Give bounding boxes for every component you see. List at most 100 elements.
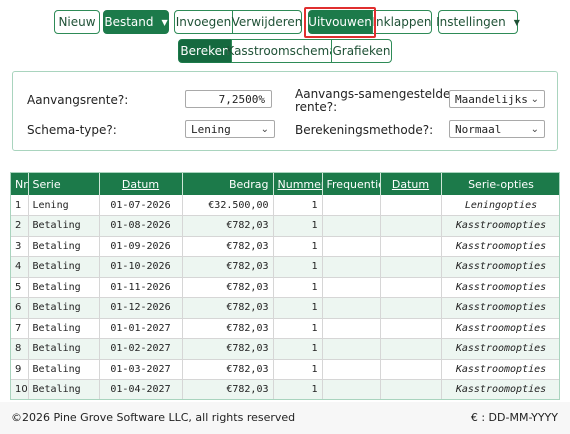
cell-series-options[interactable]: Kasstroomopties: [441, 215, 559, 237]
cell-frequency[interactable]: [322, 338, 381, 360]
table-row[interactable]: 10 Betaling 01-04-2027 €782,03 1 Kasstroomopt…: [11, 379, 559, 399]
cell-series-options[interactable]: Kasstroomopties: [441, 236, 559, 257]
cell-end-date[interactable]: [380, 215, 442, 237]
cell-date[interactable]: 01-09-2026: [99, 236, 183, 257]
cell-number[interactable]: 1: [273, 338, 323, 360]
delete-button[interactable]: Verwijderen: [232, 10, 302, 34]
cell-amount[interactable]: €782,03: [182, 359, 274, 380]
cell-date[interactable]: 01-10-2026: [99, 256, 183, 278]
cell-frequency[interactable]: [322, 256, 381, 278]
cell-series[interactable]: Betaling: [28, 379, 100, 399]
table-row[interactable]: 6 Betaling 01-12-2026 €782,03 1 Kasstroomopti…: [11, 297, 559, 319]
cell-date[interactable]: 01-08-2026: [99, 215, 183, 237]
cell-series-options[interactable]: Kasstroomopties: [441, 318, 559, 339]
table-row[interactable]: 4 Betaling 01-10-2026 €782,03 1 Kasstroomopti…: [11, 256, 559, 278]
cell-date[interactable]: 01-01-2027: [99, 318, 183, 339]
cell-nr[interactable]: 9: [11, 359, 29, 380]
table-row[interactable]: 5 Betaling 01-11-2026 €782,03 1 Kasstroomopti…: [11, 277, 559, 298]
cell-amount[interactable]: €32.500,00: [182, 195, 274, 216]
cell-amount[interactable]: €782,03: [182, 236, 274, 257]
cell-series[interactable]: Betaling: [28, 277, 100, 298]
cell-end-date[interactable]: [380, 359, 442, 380]
cell-frequency[interactable]: [322, 215, 381, 237]
cell-nr[interactable]: 8: [11, 338, 29, 360]
tab-charts[interactable]: Grafieken: [331, 39, 392, 63]
cell-nr[interactable]: 2: [11, 215, 29, 237]
cell-date[interactable]: 01-12-2026: [99, 297, 183, 319]
cell-series[interactable]: Betaling: [28, 297, 100, 319]
cell-nr[interactable]: 10: [11, 379, 29, 399]
col-header-date[interactable]: Datum: [99, 173, 183, 195]
file-menu-button[interactable]: Bestand ▼: [103, 10, 169, 34]
table-row[interactable]: 8 Betaling 01-02-2027 €782,03 1 Kasstroomopti…: [11, 338, 559, 360]
cell-amount[interactable]: €782,03: [182, 277, 274, 298]
cell-date[interactable]: 01-11-2026: [99, 277, 183, 298]
cell-end-date[interactable]: [380, 236, 442, 257]
cell-date[interactable]: 01-03-2027: [99, 359, 183, 380]
cell-nr[interactable]: 7: [11, 318, 29, 339]
cell-frequency[interactable]: [322, 297, 381, 319]
cell-series-options[interactable]: Leningopties: [441, 195, 559, 216]
cell-number[interactable]: 1: [273, 215, 323, 237]
cell-number[interactable]: 1: [273, 195, 323, 216]
initial-rate-input[interactable]: 7,2500%: [185, 90, 272, 108]
insert-button[interactable]: Invoegen: [174, 10, 233, 34]
cell-number[interactable]: 1: [273, 236, 323, 257]
cell-nr[interactable]: 4: [11, 256, 29, 278]
cell-amount[interactable]: €782,03: [182, 318, 274, 339]
cell-number[interactable]: 1: [273, 379, 323, 399]
cell-series[interactable]: Betaling: [28, 256, 100, 278]
table-row[interactable]: 1 Lening 01-07-2026 €32.500,00 1 Leningopties: [11, 195, 559, 216]
cell-series-options[interactable]: Kasstroomopties: [441, 297, 559, 319]
cell-nr[interactable]: 3: [11, 236, 29, 257]
calc-method-select[interactable]: Normaal ⌄: [449, 120, 545, 138]
cell-amount[interactable]: €782,03: [182, 215, 274, 237]
new-button[interactable]: Nieuw: [54, 10, 100, 34]
cell-end-date[interactable]: [380, 277, 442, 298]
cell-frequency[interactable]: [322, 195, 381, 216]
table-row[interactable]: 3 Betaling 01-09-2026 €782,03 1 Kasstroomopti…: [11, 236, 559, 257]
cell-series-options[interactable]: Kasstroomopties: [441, 256, 559, 278]
cell-series[interactable]: Lening: [28, 195, 100, 216]
cell-series[interactable]: Betaling: [28, 318, 100, 339]
cell-amount[interactable]: €782,03: [182, 379, 274, 399]
cell-series-options[interactable]: Kasstroomopties: [441, 277, 559, 298]
cell-end-date[interactable]: [380, 195, 442, 216]
schema-type-select[interactable]: Lening ⌄: [185, 120, 275, 138]
cell-frequency[interactable]: [322, 359, 381, 380]
cell-frequency[interactable]: [322, 318, 381, 339]
col-header-number[interactable]: Nummer: [273, 173, 323, 195]
tab-calculate[interactable]: Bereken: [178, 39, 232, 63]
table-row[interactable]: 9 Betaling 01-03-2027 €782,03 1 Kasstroomopti…: [11, 359, 559, 380]
cell-series[interactable]: Betaling: [28, 236, 100, 257]
compound-rate-select[interactable]: Maandelijks ⌄: [449, 90, 545, 108]
cell-series[interactable]: Betaling: [28, 215, 100, 237]
cell-frequency[interactable]: [322, 236, 381, 257]
cell-date[interactable]: 01-04-2027: [99, 379, 183, 399]
cell-amount[interactable]: €782,03: [182, 297, 274, 319]
cell-end-date[interactable]: [380, 379, 442, 399]
cell-number[interactable]: 1: [273, 277, 323, 298]
cell-series-options[interactable]: Kasstroomopties: [441, 359, 559, 380]
cell-end-date[interactable]: [380, 338, 442, 360]
cell-number[interactable]: 1: [273, 297, 323, 319]
cell-series-options[interactable]: Kasstroomopties: [441, 338, 559, 360]
table-row[interactable]: 7 Betaling 01-01-2027 €782,03 1 Kasstroomopti…: [11, 318, 559, 339]
col-header-end-date[interactable]: Datum: [380, 173, 442, 195]
cell-number[interactable]: 1: [273, 359, 323, 380]
cell-series-options[interactable]: Kasstroomopties: [441, 379, 559, 399]
cell-date[interactable]: 01-02-2027: [99, 338, 183, 360]
cell-number[interactable]: 1: [273, 256, 323, 278]
tab-cashflow[interactable]: Kasstroomschema: [226, 39, 337, 63]
cell-frequency[interactable]: [322, 379, 381, 399]
cell-end-date[interactable]: [380, 318, 442, 339]
currency-date-format[interactable]: € : DD-MM-YYYY: [471, 411, 558, 424]
cell-end-date[interactable]: [380, 256, 442, 278]
cell-nr[interactable]: 1: [11, 195, 29, 216]
table-row[interactable]: 2 Betaling 01-08-2026 €782,03 1 Kasstroomopti…: [11, 215, 559, 237]
cell-date[interactable]: 01-07-2026: [99, 195, 183, 216]
cell-number[interactable]: 1: [273, 318, 323, 339]
cell-amount[interactable]: €782,03: [182, 256, 274, 278]
cell-frequency[interactable]: [322, 277, 381, 298]
cell-end-date[interactable]: [380, 297, 442, 319]
